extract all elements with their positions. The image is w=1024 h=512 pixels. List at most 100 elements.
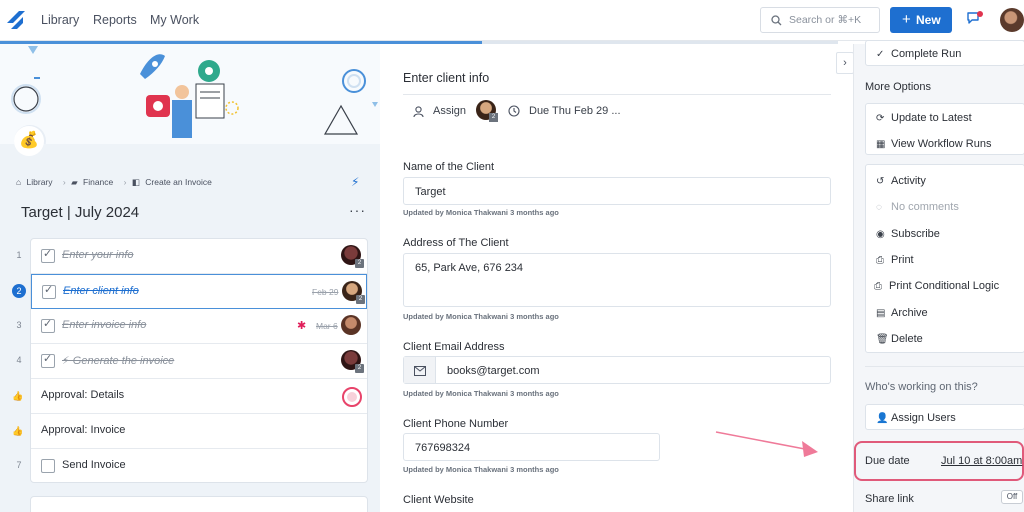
divider: [865, 366, 1024, 367]
field-update-meta: Updated by Monica Thakwani 3 months ago: [403, 465, 559, 474]
step-due-date[interactable]: Due Thu Feb 29 ...: [529, 105, 621, 117]
comment-icon: ◌: [876, 202, 882, 213]
field-label-client-address: Address of The Client: [403, 237, 509, 249]
task-label: Approval: Details: [41, 389, 125, 401]
comments-card: [30, 496, 368, 512]
checklist-panel: 💰 ⌂ Library › ▰ Finance › ◧ Create an In…: [0, 44, 380, 512]
task-row[interactable]: 3 ✓ Enter invoice info ✱ Mar 6: [16, 309, 367, 344]
approval-row[interactable]: 👍 Approval: Invoice: [12, 414, 367, 449]
person-icon: 👤: [876, 413, 889, 424]
assign-button[interactable]: Assign: [433, 105, 466, 117]
breadcrumb-template[interactable]: Create an Invoice: [145, 177, 212, 187]
client-name-field[interactable]: Target: [403, 177, 831, 205]
subscribe-label: Subscribe: [891, 228, 940, 240]
run-title: Target | July 2024: [21, 204, 140, 221]
plus-icon: +: [902, 11, 911, 28]
breadcrumb-finance[interactable]: Finance: [83, 177, 113, 187]
task-label: ⚡ Generate the invoice: [62, 355, 175, 367]
refresh-icon: ⟳: [876, 113, 885, 124]
money-bag-icon: 💰: [14, 126, 44, 156]
task-list: 1 ✓ Enter your info 2 2 ✓ Enter client i…: [12, 238, 368, 484]
activity-label: Activity: [891, 175, 926, 187]
assignee-count-badge: 2: [355, 259, 364, 268]
archive-button[interactable]: ▤ Archive: [876, 307, 928, 319]
top-navigation-bar: Library Reports My Work Search or ⌘+K + …: [0, 0, 1024, 41]
task-row-active[interactable]: 2 ✓ Enter client info Feb 29 2: [12, 274, 367, 309]
no-comments-label: ◌ No comments: [876, 201, 959, 213]
complete-run-text: Complete Run: [891, 48, 962, 60]
field-value: 65, Park Ave, 676 234: [415, 262, 524, 274]
breadcrumb: ⌂ Library › ▰ Finance › ◧ Create an Invo…: [16, 177, 215, 188]
user-avatar[interactable]: [1000, 8, 1024, 32]
run-options-group: ↺ Activity ◌ No comments ◉ Subscribe ⎙ Print…: [865, 164, 1024, 353]
search-input[interactable]: Search or ⌘+K: [760, 7, 880, 33]
collapse-sidebar-button[interactable]: ›: [836, 52, 854, 74]
breadcrumb-library[interactable]: Library: [27, 177, 53, 187]
client-address-field[interactable]: 65, Park Ave, 676 234: [403, 253, 831, 307]
nav-library[interactable]: Library: [41, 13, 79, 27]
printer-icon: ⎙: [876, 255, 884, 266]
hero-illustration: [0, 44, 380, 144]
check-icon: ✓: [43, 353, 53, 365]
due-date-link[interactable]: Jul 10 at 8:00am: [941, 455, 1022, 467]
approval-status-icon: [342, 387, 362, 407]
print-conditional-logic-button[interactable]: ⎙ Print Conditional Logic: [874, 280, 999, 292]
table-icon: ▦: [876, 139, 886, 150]
task-number: 2: [12, 284, 26, 298]
field-value: 767698324: [415, 442, 471, 454]
task-row[interactable]: 4 ✓ ⚡ Generate the invoice 2: [16, 344, 367, 379]
task-checkbox[interactable]: ✓: [41, 248, 55, 263]
task-row[interactable]: 1 ✓ Enter your info 2: [16, 239, 367, 274]
print-label: Print: [891, 254, 914, 266]
delete-label: Delete: [891, 333, 923, 345]
automation-bolt-icon[interactable]: ⚡: [351, 175, 359, 189]
field-label-client-email: Client Email Address: [403, 341, 505, 353]
check-icon: ✓: [44, 284, 54, 296]
task-label: Enter invoice info: [62, 319, 147, 331]
field-update-meta: Updated by Monica Thakwani 3 months ago: [403, 312, 559, 321]
search-placeholder: Search or ⌘+K: [789, 14, 862, 26]
field-value: Target: [415, 186, 446, 198]
task-label: Send Invoice: [62, 459, 126, 471]
task-checkbox[interactable]: ✓: [42, 284, 56, 299]
client-email-field[interactable]: books@target.com: [403, 356, 831, 384]
home-icon: ⌂: [16, 177, 22, 187]
view-workflow-runs-button[interactable]: ▦ View Workflow Runs: [876, 138, 991, 150]
nav-reports[interactable]: Reports: [93, 13, 137, 27]
update-to-latest-button[interactable]: ⟳ Update to Latest: [876, 112, 972, 124]
approval-row[interactable]: 👍 Approval: Details: [12, 379, 367, 414]
update-to-latest-label: Update to Latest: [891, 112, 972, 124]
client-phone-field[interactable]: 767698324: [403, 433, 660, 461]
more-options-icon[interactable]: ···: [349, 202, 366, 218]
activity-button[interactable]: ↺ Activity: [876, 175, 926, 187]
assign-users-text: Assign Users: [891, 412, 956, 424]
chevron-right-icon: ›: [62, 177, 66, 187]
app-logo-icon[interactable]: [5, 9, 27, 31]
share-link-toggle[interactable]: Off: [1001, 490, 1023, 504]
complete-run-button[interactable]: ✓ Complete Run: [865, 40, 1024, 66]
eye-icon: ◉: [876, 229, 885, 240]
clock-icon: [508, 105, 520, 117]
folder-icon: ▰: [71, 177, 78, 187]
task-due-date: Mar 6: [316, 321, 338, 331]
task-checkbox[interactable]: [41, 459, 55, 473]
new-button[interactable]: + New: [890, 7, 952, 33]
task-row[interactable]: 7 Send Invoice: [16, 449, 367, 484]
chevron-right-icon: ›: [123, 177, 127, 187]
assignee-avatar: [341, 315, 361, 335]
assignee-count-badge: 2: [489, 113, 498, 122]
nav-my-work[interactable]: My Work: [150, 13, 199, 27]
print-button[interactable]: ⎙ Print: [876, 254, 914, 266]
subscribe-button[interactable]: ◉ Subscribe: [876, 228, 940, 240]
thumbs-up-icon: 👍: [12, 391, 24, 401]
delete-button[interactable]: 🗑 Delete: [876, 333, 923, 345]
task-checkbox[interactable]: ✓: [41, 353, 55, 368]
new-button-label: New: [916, 13, 941, 27]
complete-run-label: ✓ Complete Run: [876, 48, 961, 60]
slack-icon: ✱: [297, 320, 307, 332]
history-icon: ↺: [876, 176, 885, 187]
assign-users-button[interactable]: 👤 Assign Users: [865, 404, 1024, 430]
task-label: Enter client info: [63, 285, 139, 297]
check-icon: ✓: [43, 318, 53, 330]
task-checkbox[interactable]: ✓: [41, 318, 55, 333]
